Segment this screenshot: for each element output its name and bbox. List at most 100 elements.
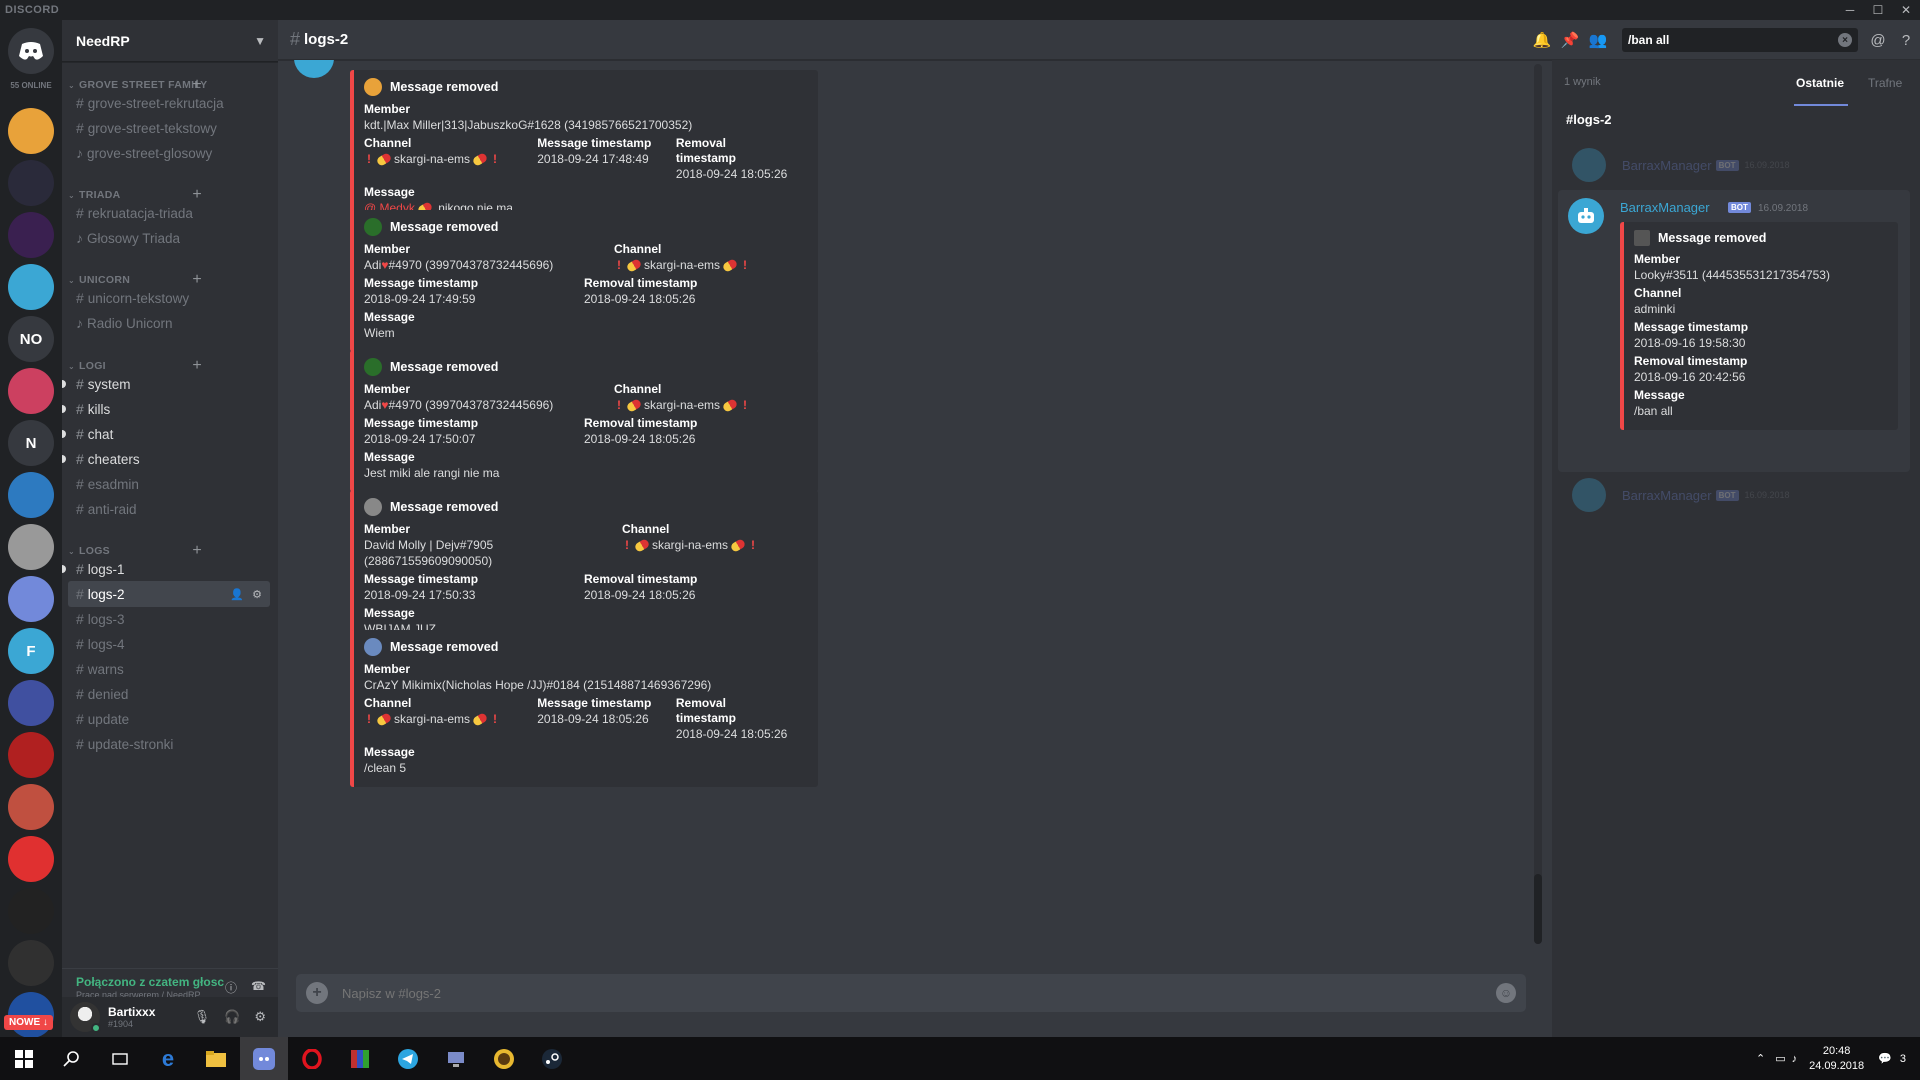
online-count: 55 ONLINE xyxy=(10,81,52,90)
channel-grove-street-glosowy[interactable]: ♪ grove-street-glosowy xyxy=(68,140,270,166)
embed-title: Message removed xyxy=(390,360,499,374)
clear-search-icon[interactable]: × xyxy=(1838,33,1852,47)
tab-relevant[interactable]: Trafne xyxy=(1868,76,1902,90)
result-channel-name[interactable]: #logs-2 xyxy=(1566,112,1612,127)
show-hidden-icons-icon[interactable]: ⌃ xyxy=(1756,1052,1765,1065)
channel-rekruatacja-triada[interactable]: # rekruatacja-triada xyxy=(68,200,270,226)
channel-logs-1[interactable]: # logs-1 xyxy=(62,556,270,582)
channel-update-stronki[interactable]: # update-stronki xyxy=(68,731,270,757)
server-header[interactable]: NeedRP ▼ xyxy=(62,20,278,62)
winrar-icon[interactable] xyxy=(336,1037,384,1080)
gear-icon[interactable]: ⚙ xyxy=(254,1009,266,1025)
server-icon[interactable] xyxy=(8,576,54,622)
volume-icon[interactable]: ♪ xyxy=(1792,1053,1798,1065)
task-view-icon[interactable] xyxy=(96,1037,144,1080)
server-icon[interactable]: NO xyxy=(8,316,54,362)
channel-unicorn-tekstowy[interactable]: # unicorn-tekstowy xyxy=(68,285,270,311)
bot-avatar[interactable] xyxy=(1568,198,1604,234)
search-box[interactable]: × xyxy=(1622,28,1858,52)
network-app-icon[interactable] xyxy=(432,1037,480,1080)
label-removal-timestamp: Removal timestamp xyxy=(584,276,698,290)
channel-esadmin[interactable]: # esadmin xyxy=(68,471,270,497)
server-name: NeedRP xyxy=(76,32,130,49)
search-icon[interactable] xyxy=(48,1037,96,1080)
steam-icon[interactable] xyxy=(528,1037,576,1080)
mention-icon[interactable]: @ xyxy=(1864,32,1892,49)
channel-denied[interactable]: # denied xyxy=(68,681,270,707)
disconnect-icon[interactable]: ☎ xyxy=(251,979,266,996)
search-input[interactable] xyxy=(1628,33,1818,47)
server-icon[interactable] xyxy=(8,264,54,310)
channel-warns[interactable]: # warns xyxy=(68,656,270,682)
server-icon xyxy=(364,218,382,236)
channel-chat[interactable]: # chat xyxy=(62,421,270,447)
emoji-icon[interactable]: ☺ xyxy=(1496,983,1516,1003)
server-icon[interactable] xyxy=(8,160,54,206)
server-icon[interactable] xyxy=(8,732,54,778)
channel-anti-raid[interactable]: # anti-raid xyxy=(68,496,270,522)
opera-icon[interactable] xyxy=(288,1037,336,1080)
network-icon[interactable]: ▭ xyxy=(1775,1052,1785,1065)
server-icon[interactable] xyxy=(8,940,54,986)
minimize-icon[interactable]: ─ xyxy=(1836,0,1864,20)
search-result[interactable]: BarraxManager BOT 16.09.2018 Message rem… xyxy=(1558,190,1910,472)
members-icon[interactable]: 👥 xyxy=(1584,31,1612,49)
server-icon[interactable] xyxy=(8,212,54,258)
channel-grove-street-tekstowy[interactable]: # grove-street-tekstowy xyxy=(68,115,270,141)
microphone-icon[interactable]: 🎙 xyxy=(194,1009,211,1025)
edge-icon[interactable]: e xyxy=(144,1037,192,1080)
channel-glosowy-triada[interactable]: ♪ Głosowy Triada xyxy=(68,225,270,251)
new-messages-badge[interactable]: NOWE ↓ xyxy=(4,1015,53,1030)
channel-cheaters[interactable]: # cheaters xyxy=(62,446,270,472)
server-icon[interactable] xyxy=(8,472,54,518)
tab-recent[interactable]: Ostatnie xyxy=(1796,76,1844,90)
invite-icon[interactable]: 👤 xyxy=(230,588,244,601)
label-removal-timestamp: Removal timestamp xyxy=(1634,354,1748,368)
telegram-icon[interactable] xyxy=(384,1037,432,1080)
channel-system[interactable]: # system xyxy=(62,371,270,397)
author-name[interactable]: BarraxManager xyxy=(1620,200,1710,215)
server-icon[interactable] xyxy=(8,524,54,570)
server-icon[interactable] xyxy=(8,680,54,726)
server-icon[interactable] xyxy=(8,368,54,414)
discord-taskbar-icon[interactable] xyxy=(240,1037,288,1080)
help-icon[interactable]: ? xyxy=(1892,32,1920,49)
message-input[interactable] xyxy=(342,985,1496,1001)
channel-kills[interactable]: # kills xyxy=(62,396,270,422)
server-icon[interactable] xyxy=(8,784,54,830)
scrollbar-thumb[interactable] xyxy=(1534,874,1542,944)
windows-taskbar: e ⌃ ▭ ♪ 20:48 24.09.2018 💬 3 xyxy=(0,1037,1920,1080)
notifications-icon[interactable]: 💬 xyxy=(1878,1052,1892,1065)
file-explorer-icon[interactable] xyxy=(192,1037,240,1080)
message-scrollbar[interactable] xyxy=(1534,64,1542,944)
channel-grove-street-rekrutacja[interactable]: # grove-street-rekrutacja xyxy=(68,90,270,116)
server-icon[interactable] xyxy=(8,888,54,934)
avatar[interactable] xyxy=(70,1002,101,1033)
close-window-icon[interactable]: ✕ xyxy=(1892,0,1920,20)
bot-avatar[interactable] xyxy=(294,60,334,78)
channel-update[interactable]: # update xyxy=(68,706,270,732)
channel-value: ! skargi-na-ems! xyxy=(367,712,498,728)
home-button[interactable] xyxy=(8,28,54,74)
gear-icon[interactable]: ⚙ xyxy=(252,588,262,601)
channel-logs-2[interactable]: # logs-2 👤 ⚙ xyxy=(68,581,270,607)
server-icon[interactable] xyxy=(8,108,54,154)
maximize-icon[interactable]: ☐ xyxy=(1864,0,1892,20)
channel-logs-3[interactable]: # logs-3 xyxy=(68,606,270,632)
pin-icon[interactable]: 📌 xyxy=(1556,31,1584,49)
bell-icon[interactable]: 🔔 xyxy=(1528,31,1556,49)
windows-start-icon[interactable] xyxy=(0,1037,48,1080)
upload-icon[interactable]: + xyxy=(306,982,328,1004)
headphones-icon[interactable]: 🎧 xyxy=(224,1009,240,1025)
server-icon[interactable]: F xyxy=(8,628,54,674)
server-icon[interactable]: N xyxy=(8,420,54,466)
message-time: 16.09.2018 xyxy=(1744,490,1790,500)
clock[interactable]: 20:48 24.09.2018 xyxy=(1809,1044,1864,1074)
server-icon[interactable] xyxy=(8,836,54,882)
channel-radio-unicorn[interactable]: ♪ Radio Unicorn xyxy=(68,310,270,336)
channel-logs-4[interactable]: # logs-4 xyxy=(68,631,270,657)
hearthstone-icon[interactable] xyxy=(480,1037,528,1080)
info-icon[interactable]: ⓘ xyxy=(225,979,237,996)
label-message: Message xyxy=(364,745,415,759)
label-channel: Channel xyxy=(622,522,670,536)
